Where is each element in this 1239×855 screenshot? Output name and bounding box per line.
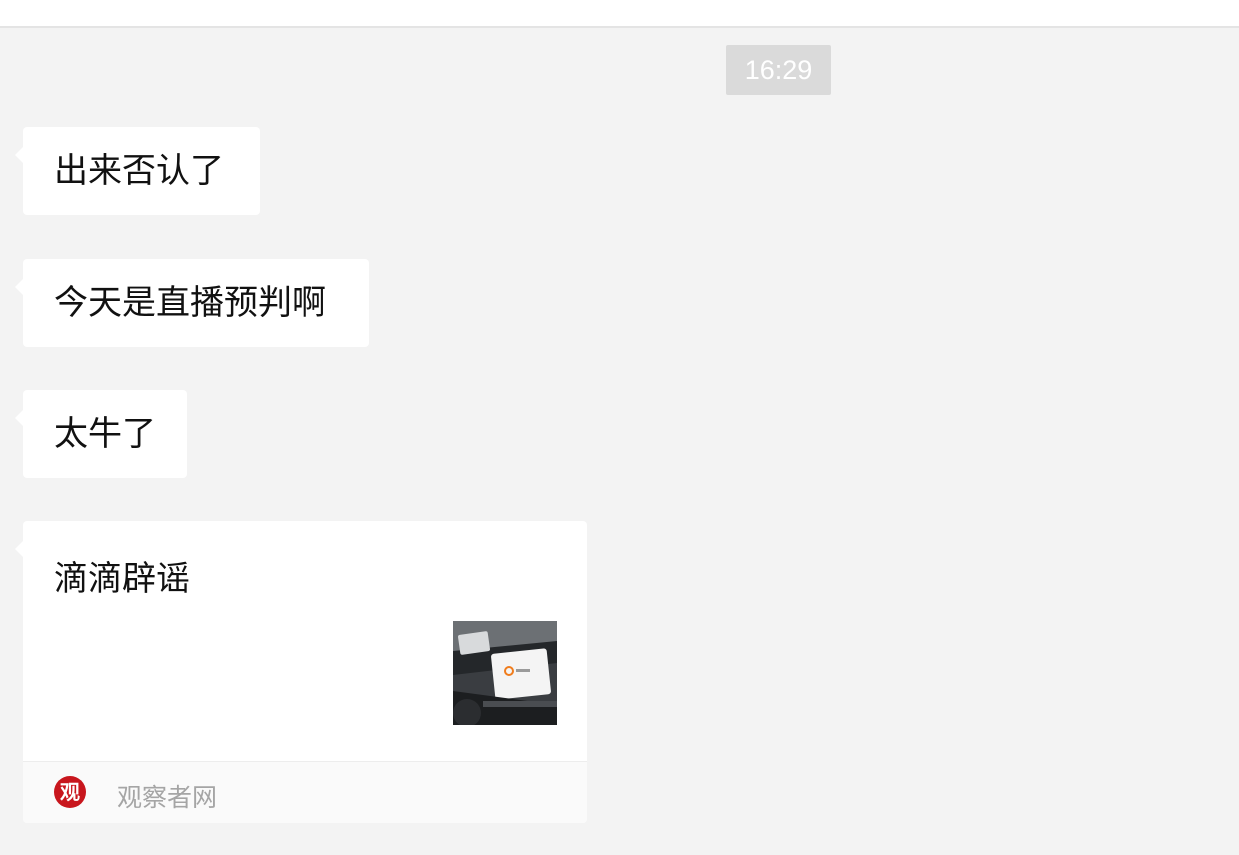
link-card[interactable]: 滴滴辟谣 观 观察者网	[15, 521, 587, 823]
link-card-thumbnail	[453, 621, 557, 725]
link-card-source: 观 观察者网	[23, 762, 587, 823]
message-bubble[interactable]: 出来否认了	[15, 127, 260, 215]
link-card-source-name: 观察者网	[117, 783, 218, 812]
message-bubble[interactable]: 今天是直播预判啊	[15, 259, 369, 347]
link-card-title: 滴滴辟谣	[54, 559, 190, 599]
chat-top-bar	[0, 0, 1239, 28]
message-text: 今天是直播预判啊	[54, 283, 326, 323]
guancha-logo-icon: 观	[54, 776, 86, 808]
message-text: 太牛了	[54, 414, 156, 454]
message-timestamp: 16:29	[726, 45, 831, 95]
message-bubble[interactable]: 太牛了	[15, 390, 187, 478]
message-text: 出来否认了	[54, 151, 224, 191]
